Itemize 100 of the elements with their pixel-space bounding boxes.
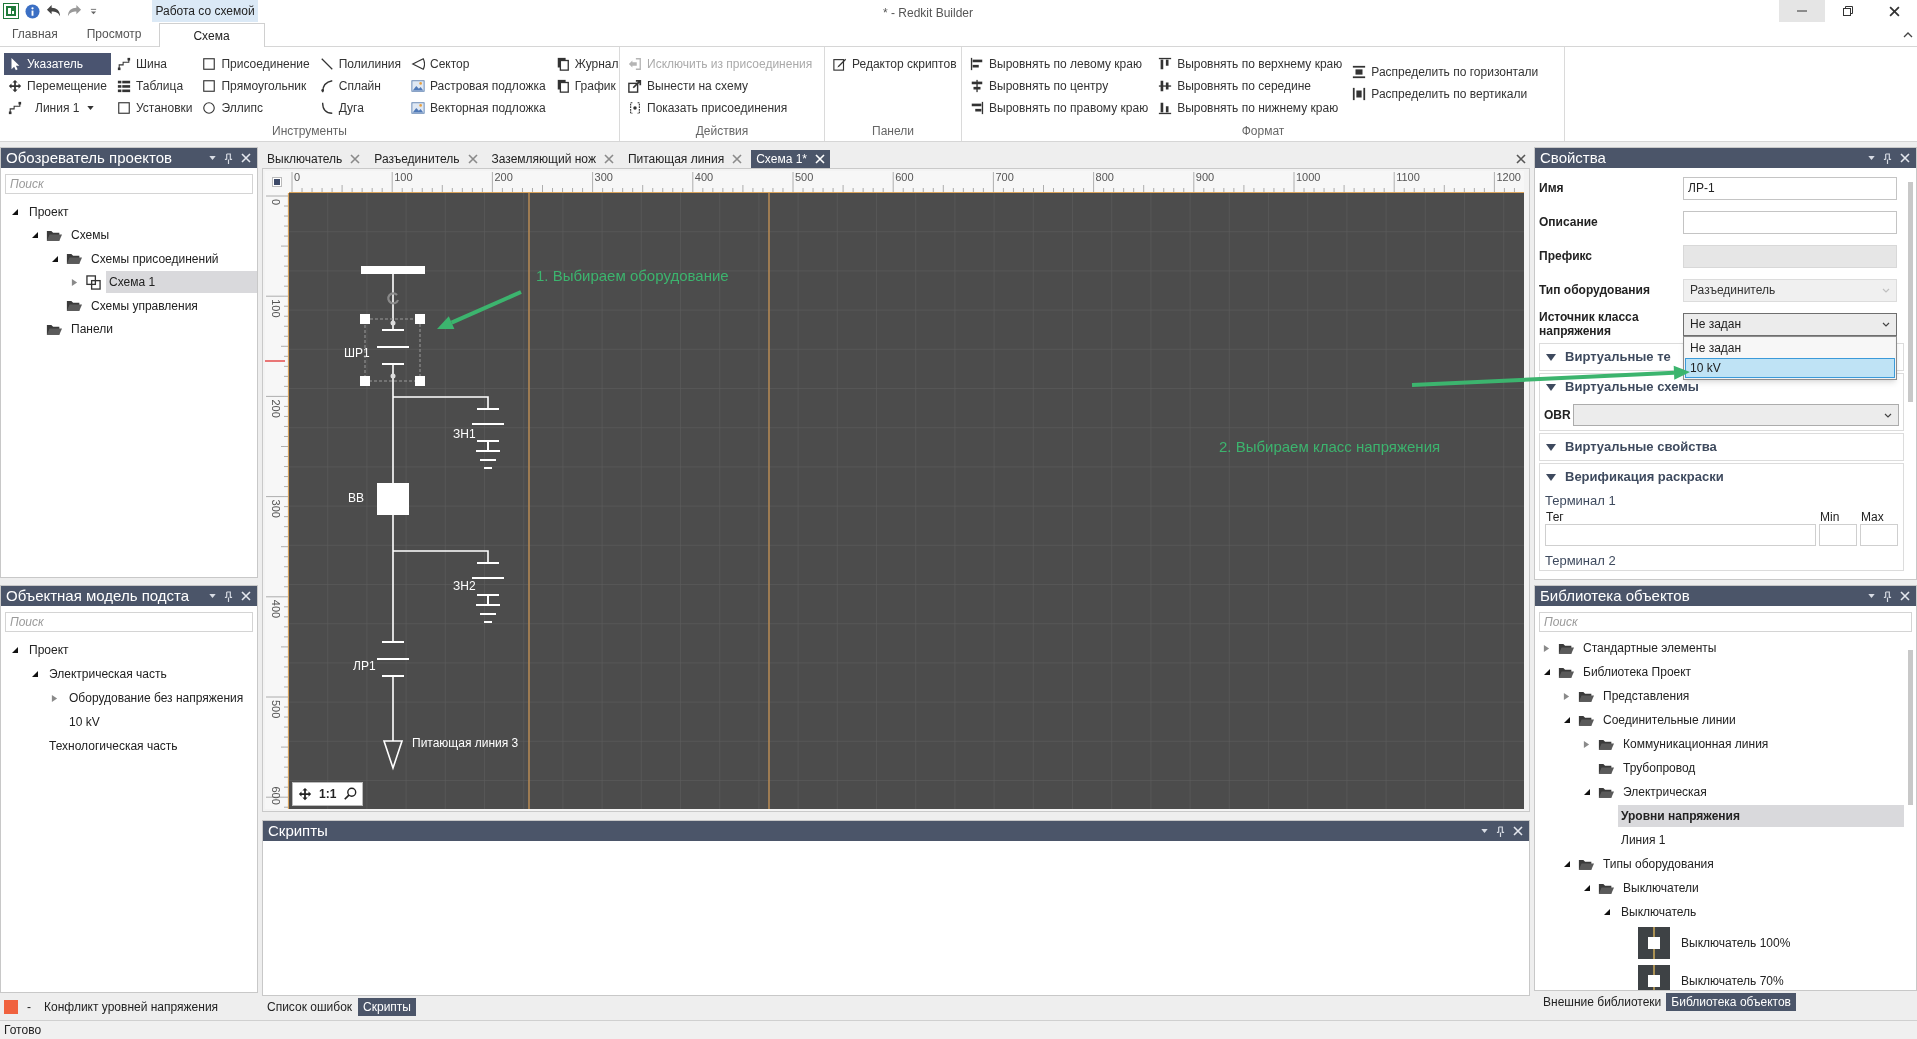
expanded-arrow-icon[interactable] (51, 254, 59, 263)
tree-item[interactable]: Выключатели (1620, 877, 1702, 899)
search-field[interactable]: Поиск (1539, 612, 1912, 632)
tree-item[interactable]: Выключатель 70% (1678, 970, 1787, 990)
max-field[interactable] (1860, 524, 1898, 546)
tree-item[interactable]: Линия 1 (1618, 829, 1669, 851)
action-button[interactable]: Показать присоединения (624, 97, 817, 119)
tree-item[interactable]: Электрическая (1620, 781, 1710, 803)
format-button[interactable]: Выровнять по середине (1154, 75, 1347, 97)
panel-menu-icon[interactable] (1481, 829, 1488, 833)
document-tab[interactable]: Питающая линия (622, 150, 748, 168)
section-toggle-icon[interactable] (1546, 443, 1556, 451)
close-icon[interactable] (1888, 5, 1900, 17)
tree-item[interactable]: Представления (1600, 685, 1693, 707)
disconnector-symbol[interactable] (376, 641, 410, 677)
tree-item[interactable]: Электрическая часть (46, 663, 170, 685)
section-toggle-icon[interactable] (1546, 383, 1556, 391)
tree-item[interactable]: Выключатель (1618, 901, 1700, 923)
panel-menu-icon[interactable] (209, 156, 216, 160)
expanded-arrow-icon[interactable] (1583, 884, 1591, 892)
tool-button[interactable]: Дуга (315, 97, 405, 119)
section-toggle-icon[interactable] (1546, 473, 1556, 481)
tool-button[interactable]: Установки (113, 97, 197, 119)
feeder-symbol[interactable] (382, 740, 404, 771)
collapse-ribbon-icon[interactable] (1903, 32, 1913, 38)
tool-button[interactable]: Сплайн (315, 75, 405, 97)
tool-button[interactable]: Растровая подложка (407, 75, 550, 97)
tool-button[interactable]: Шина (113, 53, 197, 75)
resize-handle[interactable] (360, 376, 370, 386)
scrollbar[interactable] (1908, 650, 1913, 805)
document-tab[interactable]: Разъединитель (369, 150, 483, 168)
search-field[interactable]: Поиск (5, 174, 253, 194)
tree-item[interactable]: Стандартные элементы (1580, 637, 1720, 659)
ribbon-tab[interactable]: Просмотр (84, 22, 144, 46)
dropdown-option[interactable]: 10 kV (1685, 357, 1895, 378)
document-tab[interactable]: Схема 1* (751, 150, 830, 168)
tool-button[interactable]: Журнал (551, 53, 623, 75)
ribbon-tab[interactable]: Схема (158, 23, 265, 47)
scrollbar[interactable] (1908, 182, 1913, 402)
tree-item[interactable]: Оборудование без напряжения (66, 687, 247, 709)
pin-icon[interactable] (224, 590, 233, 602)
tree-item[interactable]: Выключатель 100% (1678, 932, 1794, 954)
section-toggle-icon[interactable] (1546, 353, 1556, 361)
format-button[interactable]: Распределить по вертикали (1348, 83, 1543, 105)
expanded-arrow-icon[interactable] (1563, 860, 1571, 868)
format-button[interactable]: Выровнять по центру (966, 75, 1153, 97)
tree-item[interactable]: Панели (68, 318, 116, 341)
tool-button[interactable]: Полилиния (315, 53, 405, 75)
tree-item[interactable]: Проект (26, 200, 72, 223)
tree-item[interactable]: Соединительные линии (1600, 709, 1739, 731)
ribbon-tab[interactable]: Главная (10, 22, 60, 46)
text-field[interactable]: ЛР-1 (1683, 176, 1897, 200)
collapsed-arrow-icon[interactable] (1563, 691, 1570, 701)
tree-item[interactable]: Типы оборудования (1600, 853, 1717, 875)
panel-menu-icon[interactable] (209, 594, 216, 598)
pin-icon[interactable] (224, 152, 233, 164)
expanded-arrow-icon[interactable] (31, 670, 39, 678)
tree-item[interactable]: Схемы (68, 224, 113, 247)
expanded-arrow-icon[interactable] (1543, 668, 1551, 676)
ruler-corner-icon[interactable] (272, 177, 282, 187)
rotate-handle-icon[interactable] (387, 292, 399, 305)
resize-handle[interactable] (360, 314, 370, 324)
format-button[interactable]: Распределить по горизонтали (1348, 61, 1543, 83)
dropdown-option[interactable]: Не задан (1685, 337, 1895, 358)
tree-item[interactable]: Технологическая часть (46, 735, 181, 757)
tool-button[interactable]: Линия 1 (4, 97, 111, 119)
tree-item[interactable]: Схема 1 (106, 271, 257, 294)
customize-caret-icon[interactable] (90, 7, 97, 15)
panel-tab[interactable]: Список ошибок (262, 998, 358, 1016)
expanded-arrow-icon[interactable] (31, 231, 39, 240)
panel-tab[interactable]: Библиотека объектов (1666, 993, 1796, 1011)
format-button[interactable]: Выровнять по нижнему краю (1154, 97, 1347, 119)
tree-item[interactable]: Уровни напряжения (1618, 805, 1904, 827)
expanded-arrow-icon[interactable] (11, 207, 19, 216)
pin-icon[interactable] (1883, 152, 1892, 164)
format-button[interactable]: Выровнять по верхнему краю (1154, 53, 1347, 75)
text-field[interactable] (1683, 210, 1897, 234)
action-button[interactable]: Вынести на схему (624, 75, 817, 97)
info-icon[interactable] (25, 3, 40, 19)
tree-item[interactable]: Схемы управления (88, 294, 201, 317)
collapsed-arrow-icon[interactable] (1583, 739, 1590, 749)
expanded-arrow-icon[interactable] (1583, 788, 1591, 796)
format-button[interactable]: Выровнять по левому краю (966, 53, 1153, 75)
tag-field[interactable] (1545, 524, 1816, 546)
disconnector-symbol[interactable] (376, 329, 410, 365)
tree-item[interactable]: Библиотека Проект (1580, 661, 1695, 683)
panel-button[interactable]: Редактор скриптов (829, 53, 961, 75)
pin-icon[interactable] (1496, 825, 1505, 837)
tree-item[interactable]: Схемы присоединений (88, 247, 222, 270)
document-tab[interactable]: Заземляющий нож (486, 150, 619, 168)
tool-button[interactable]: Указатель (4, 53, 111, 75)
panel-tab[interactable]: Внешние библиотеки (1538, 993, 1667, 1011)
tool-button[interactable]: Перемещение (4, 75, 111, 97)
tool-button[interactable]: Сектор (407, 53, 550, 75)
collapsed-arrow-icon[interactable] (71, 277, 78, 287)
select-field[interactable] (1573, 404, 1899, 426)
collapsed-arrow-icon[interactable] (51, 693, 58, 703)
select-field[interactable]: Не задан (1683, 312, 1897, 336)
document-tab[interactable]: Выключатель (262, 150, 366, 168)
tool-button[interactable]: Эллипс (198, 97, 314, 119)
